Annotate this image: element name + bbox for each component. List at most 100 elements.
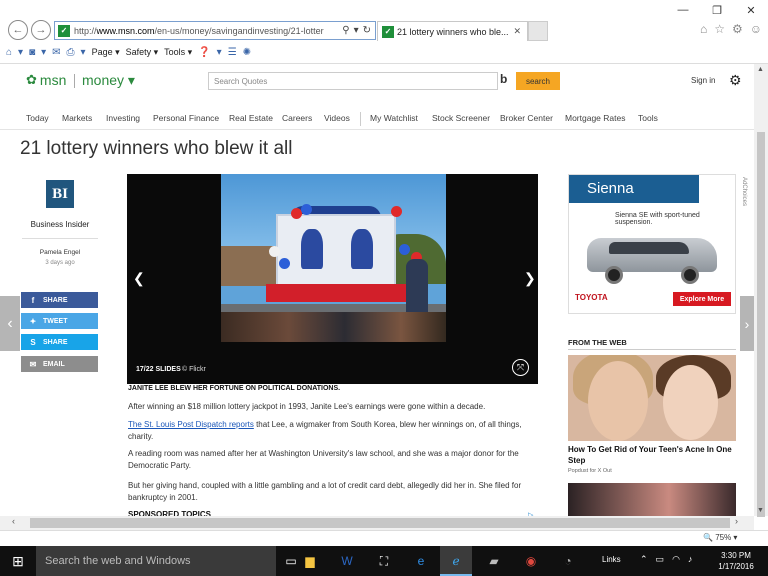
site-favicon-icon: ✓ xyxy=(58,24,70,37)
nav-markets[interactable]: Markets xyxy=(62,113,92,123)
new-tab-button[interactable] xyxy=(528,21,548,41)
slide-photo xyxy=(221,174,446,342)
refresh-icon[interactable]: ↻ xyxy=(363,25,371,36)
explore-more-button[interactable]: Explore More xyxy=(673,292,731,306)
section-menu[interactable]: money ▾ xyxy=(82,72,135,89)
browser-tab[interactable]: ✓ 21 lottery winners who ble... ✕ xyxy=(377,21,528,41)
nav-real-estate[interactable]: Real Estate xyxy=(229,113,273,123)
wifi-icon[interactable]: ◠ xyxy=(672,554,680,565)
nav-my-watchlist[interactable]: My Watchlist xyxy=(370,113,418,123)
clock-time: 3:30 PM xyxy=(721,551,751,560)
dropdown-icon[interactable]: ▾ xyxy=(354,25,359,36)
chrome-icon[interactable]: ◉ xyxy=(521,551,541,571)
previous-article-arrow[interactable]: ‹ xyxy=(0,296,20,351)
help-icon[interactable]: ❓ xyxy=(198,47,210,58)
smiley-icon[interactable]: ☺ xyxy=(750,22,762,36)
home-icon[interactable]: ⌂ xyxy=(6,47,12,58)
email-share-button[interactable]: ✉ EMAIL xyxy=(21,356,98,372)
system-clock[interactable]: 3:30 PM 1/17/2016 xyxy=(714,550,758,572)
file-explorer-icon[interactable]: ▆ xyxy=(300,551,320,571)
research-icon[interactable]: ☰ xyxy=(228,47,237,58)
links-toolbar[interactable]: Links xyxy=(602,555,621,564)
address-bar[interactable]: ✓ http://www.msn.com/en-us/money/savinga… xyxy=(54,21,376,40)
scroll-up-icon[interactable]: ▲ xyxy=(757,66,764,73)
slide-next-arrow[interactable]: ❯ xyxy=(524,270,536,287)
search-button[interactable]: search xyxy=(516,72,560,90)
slide-prev-arrow[interactable]: ❮ xyxy=(133,270,145,287)
safety-menu[interactable]: Safety ▾ xyxy=(126,47,159,58)
fullscreen-button[interactable]: ⤧ xyxy=(512,359,529,376)
settings-gear-icon[interactable]: ⚙ xyxy=(732,22,743,36)
toyota-ad[interactable]: Sienna Sienna SE with sport-tuned suspen… xyxy=(568,174,736,314)
internet-explorer-icon[interactable]: ℯ xyxy=(446,551,466,571)
promo-title[interactable]: How To Get Rid of Your Teen's Acne In On… xyxy=(568,445,740,466)
chevron-up-icon[interactable]: ⌃ xyxy=(640,554,648,565)
word-icon[interactable]: W xyxy=(337,551,357,571)
minivan-image xyxy=(587,230,717,284)
nav-stock-screener[interactable]: Stock Screener xyxy=(432,113,490,123)
store-icon[interactable]: ⛶ xyxy=(374,551,394,571)
nav-personal-finance[interactable]: Personal Finance xyxy=(153,113,219,123)
zoom-control[interactable]: 🔍 75% ▾ xyxy=(703,533,737,542)
forward-button[interactable]: → xyxy=(31,20,51,40)
publish-time: 3 days ago xyxy=(45,260,75,266)
nav-tools[interactable]: Tools xyxy=(638,113,658,123)
page-menu[interactable]: Page ▾ xyxy=(92,47,120,58)
promo-image-2[interactable] xyxy=(568,483,736,518)
skype-share-button[interactable]: S SHARE xyxy=(21,334,98,350)
scroll-down-icon[interactable]: ▼ xyxy=(757,507,764,514)
favorites-star-icon[interactable]: ☆ xyxy=(714,22,725,36)
search-input[interactable]: Search Quotes xyxy=(208,72,498,90)
rss-icon[interactable]: ◙ xyxy=(29,47,35,58)
mail-icon[interactable]: ✉ xyxy=(52,47,60,58)
ad-tagline: Sienna SE with sport-tuned suspension. xyxy=(615,212,700,226)
chevron-down-icon[interactable]: ▾ xyxy=(81,47,86,58)
nav-videos[interactable]: Videos xyxy=(324,113,350,123)
twitter-share-button[interactable]: ✦ TWEET xyxy=(21,313,98,329)
settings-gear-icon[interactable]: ⚙ xyxy=(729,72,742,89)
chevron-down-icon[interactable]: ▾ xyxy=(217,47,222,58)
publisher-logo[interactable]: BI xyxy=(46,180,74,208)
nav-careers[interactable]: Careers xyxy=(282,113,312,123)
next-article-arrow[interactable]: › xyxy=(740,296,754,351)
close-icon[interactable]: ✕ xyxy=(734,0,768,20)
msn-logo[interactable]: ✿ msn xyxy=(26,72,66,88)
media-icon[interactable]: ▰ xyxy=(484,551,504,571)
extension-icon[interactable]: ✺ xyxy=(243,47,251,58)
vertical-scroll-thumb[interactable] xyxy=(757,132,765,517)
print-icon[interactable]: ⎙ xyxy=(67,47,75,58)
nav-mortgage-rates[interactable]: Mortgage Rates xyxy=(565,113,625,123)
slide-counter: 17/22 SLIDES xyxy=(136,366,181,373)
search-icon[interactable]: ⚲ xyxy=(342,25,349,36)
adchoices-label[interactable]: AdChoices xyxy=(741,177,747,206)
zoom-level: 75% xyxy=(715,533,732,542)
horizontal-scroll-thumb[interactable] xyxy=(30,518,730,528)
scroll-left-icon[interactable]: ‹ xyxy=(12,516,15,526)
home-icon[interactable]: ⌂ xyxy=(700,22,707,36)
st-louis-post-dispatch-link[interactable]: The St. Louis Post Dispatch reports xyxy=(128,420,254,429)
window-controls: — ❐ ✕ xyxy=(666,0,768,20)
back-button[interactable]: ← xyxy=(8,20,28,40)
task-view-icon[interactable]: ▭ xyxy=(281,551,301,571)
windows-start-icon[interactable]: ⊞ xyxy=(0,546,36,576)
publisher-name[interactable]: Business Insider xyxy=(29,220,91,229)
sign-in-link[interactable]: Sign in xyxy=(691,76,715,85)
tab-close-icon[interactable]: ✕ xyxy=(513,26,521,37)
app-icon[interactable]: ◔ xyxy=(558,551,578,571)
promo-image[interactable] xyxy=(568,355,736,441)
nav-today[interactable]: Today xyxy=(26,113,49,123)
nav-broker-center[interactable]: Broker Center xyxy=(500,113,553,123)
chevron-down-icon[interactable]: ▾ xyxy=(18,47,23,58)
facebook-share-button[interactable]: f SHARE xyxy=(21,292,98,308)
notification-icon[interactable]: ▭ xyxy=(656,554,665,565)
restore-icon[interactable]: ❐ xyxy=(700,0,734,20)
scroll-right-icon[interactable]: › xyxy=(735,516,738,526)
slide-headline: JANITE LEE BLEW HER FORTUNE ON POLITICAL… xyxy=(128,385,341,392)
chevron-down-icon[interactable]: ▾ xyxy=(41,47,46,58)
taskbar-search-input[interactable]: Search the web and Windows xyxy=(36,546,276,576)
tools-menu[interactable]: Tools ▾ xyxy=(164,47,192,58)
edge-icon[interactable]: e xyxy=(411,551,431,571)
nav-investing[interactable]: Investing xyxy=(106,113,140,123)
minimize-icon[interactable]: — xyxy=(666,0,700,20)
volume-icon[interactable]: ♪ xyxy=(688,554,693,565)
